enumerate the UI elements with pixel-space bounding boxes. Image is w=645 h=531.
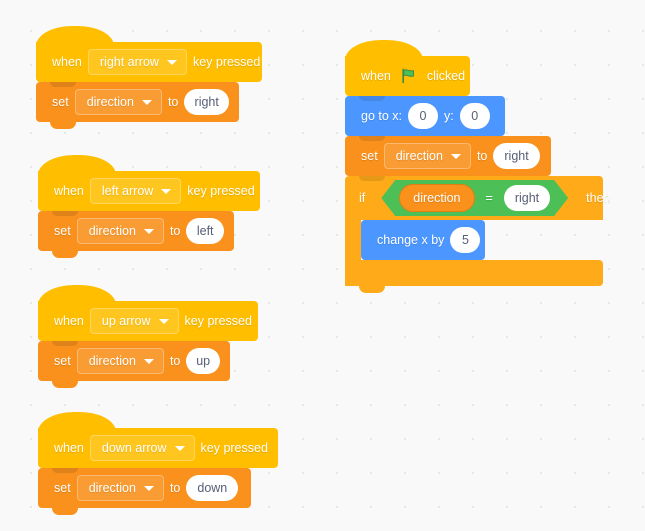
comparison-value-input[interactable]: right <box>504 185 550 211</box>
when-key-pressed-block[interactable]: when right arrow key pressed <box>36 26 262 89</box>
set-label: set <box>54 353 71 368</box>
set-label: set <box>54 223 71 238</box>
key-dropdown[interactable]: left arrow <box>89 178 182 204</box>
variable-dropdown-value: direction <box>88 223 136 238</box>
set-variable-block[interactable]: set direction to right <box>36 82 239 129</box>
chevron-down-icon <box>143 228 154 234</box>
direction-variable-reporter[interactable]: direction <box>399 184 474 212</box>
to-label: to <box>169 480 181 495</box>
if-then-footer <box>345 260 603 293</box>
if-then-header[interactable]: if direction = right then <box>345 176 610 220</box>
key-dropdown[interactable]: down arrow <box>89 435 195 461</box>
script-stack-flag-clicked[interactable]: when clicked go to x: 0 y: 0 set directi… <box>345 40 610 293</box>
set-variable-block[interactable]: set direction to down <box>38 468 251 515</box>
when-label: when <box>54 313 84 328</box>
when-key-pressed-block[interactable]: when up arrow key pressed <box>38 285 258 348</box>
variable-dropdown[interactable]: direction <box>76 218 164 244</box>
clicked-label: clicked <box>426 68 466 83</box>
chevron-down-icon <box>450 153 461 159</box>
variable-dropdown[interactable]: direction <box>383 143 471 169</box>
to-label: to <box>169 223 181 238</box>
variable-dropdown[interactable]: direction <box>76 475 164 501</box>
variable-value-input[interactable]: right <box>493 143 540 169</box>
y-label: y: <box>444 108 454 123</box>
chevron-down-icon <box>143 358 154 364</box>
script-stack-down-arrow[interactable]: when down arrow key pressed set directio… <box>38 412 278 515</box>
chevron-down-icon <box>161 188 172 194</box>
key-dropdown-value: down arrow <box>101 440 167 455</box>
equals-sign: = <box>485 191 493 205</box>
when-label: when <box>54 183 84 198</box>
block-workspace-canvas[interactable]: when right arrow key pressed set directi… <box>0 0 645 531</box>
to-label: to <box>167 94 179 109</box>
if-then-block[interactable]: if direction = right then change x by 5 <box>345 176 610 293</box>
equals-operator-block[interactable]: direction = right <box>381 180 568 216</box>
chevron-down-icon <box>141 99 152 105</box>
c-block-left-arm <box>345 220 361 260</box>
go-to-xy-block[interactable]: go to x: 0 y: 0 <box>345 96 505 143</box>
key-dropdown-value: up arrow <box>101 313 151 328</box>
x-coordinate-input[interactable]: 0 <box>408 103 438 129</box>
set-label: set <box>54 480 71 495</box>
change-x-by-label: change x by <box>377 232 445 247</box>
then-label: then <box>586 191 611 205</box>
variable-dropdown-value: direction <box>395 148 443 163</box>
when-key-pressed-block[interactable]: when down arrow key pressed <box>38 412 278 475</box>
chevron-down-icon <box>143 485 154 491</box>
key-dropdown[interactable]: right arrow <box>87 49 187 75</box>
set-variable-block[interactable]: set direction to right <box>345 136 551 183</box>
chevron-down-icon <box>158 318 169 324</box>
variable-dropdown-value: direction <box>88 353 136 368</box>
change-x-amount-input[interactable]: 5 <box>450 227 481 253</box>
green-flag-icon <box>401 68 417 84</box>
key-pressed-label: key pressed <box>184 313 252 328</box>
if-then-body: change x by 5 <box>345 220 603 267</box>
when-key-pressed-block[interactable]: when left arrow key pressed <box>38 155 260 218</box>
when-label: when <box>361 68 391 83</box>
chevron-down-icon <box>166 59 177 65</box>
to-label: to <box>169 353 181 368</box>
chevron-down-icon <box>174 445 185 451</box>
script-stack-right-arrow[interactable]: when right arrow key pressed set directi… <box>36 26 262 129</box>
variable-dropdown-value: direction <box>86 94 134 109</box>
when-flag-clicked-block[interactable]: when clicked <box>345 40 470 103</box>
set-variable-block[interactable]: set direction to left <box>38 211 234 258</box>
if-label: if <box>359 191 366 205</box>
variable-dropdown[interactable]: direction <box>74 89 162 115</box>
y-coordinate-input[interactable]: 0 <box>459 103 490 129</box>
variable-dropdown-value: direction <box>88 480 136 495</box>
key-dropdown-value: right arrow <box>99 54 159 69</box>
set-label: set <box>52 94 69 109</box>
variable-dropdown[interactable]: direction <box>76 348 164 374</box>
key-dropdown-value: left arrow <box>101 183 154 198</box>
to-label: to <box>476 148 488 163</box>
variable-value-input[interactable]: right <box>184 89 229 115</box>
variable-value-input[interactable]: down <box>186 475 239 501</box>
key-pressed-label: key pressed <box>187 183 255 198</box>
variable-value-input[interactable]: up <box>186 348 220 374</box>
variable-value-input[interactable]: left <box>186 218 224 244</box>
go-to-x-label: go to x: <box>361 108 402 123</box>
script-stack-up-arrow[interactable]: when up arrow key pressed set direction … <box>38 285 258 388</box>
key-dropdown[interactable]: up arrow <box>89 308 179 334</box>
when-label: when <box>52 54 82 69</box>
key-pressed-label: key pressed <box>200 440 268 455</box>
change-x-by-block[interactable]: change x by 5 <box>361 220 485 267</box>
script-stack-left-arrow[interactable]: when left arrow key pressed set directio… <box>38 155 260 258</box>
set-label: set <box>361 148 378 163</box>
key-pressed-label: key pressed <box>192 54 261 69</box>
set-variable-block[interactable]: set direction to up <box>38 341 230 388</box>
when-label: when <box>54 440 84 455</box>
